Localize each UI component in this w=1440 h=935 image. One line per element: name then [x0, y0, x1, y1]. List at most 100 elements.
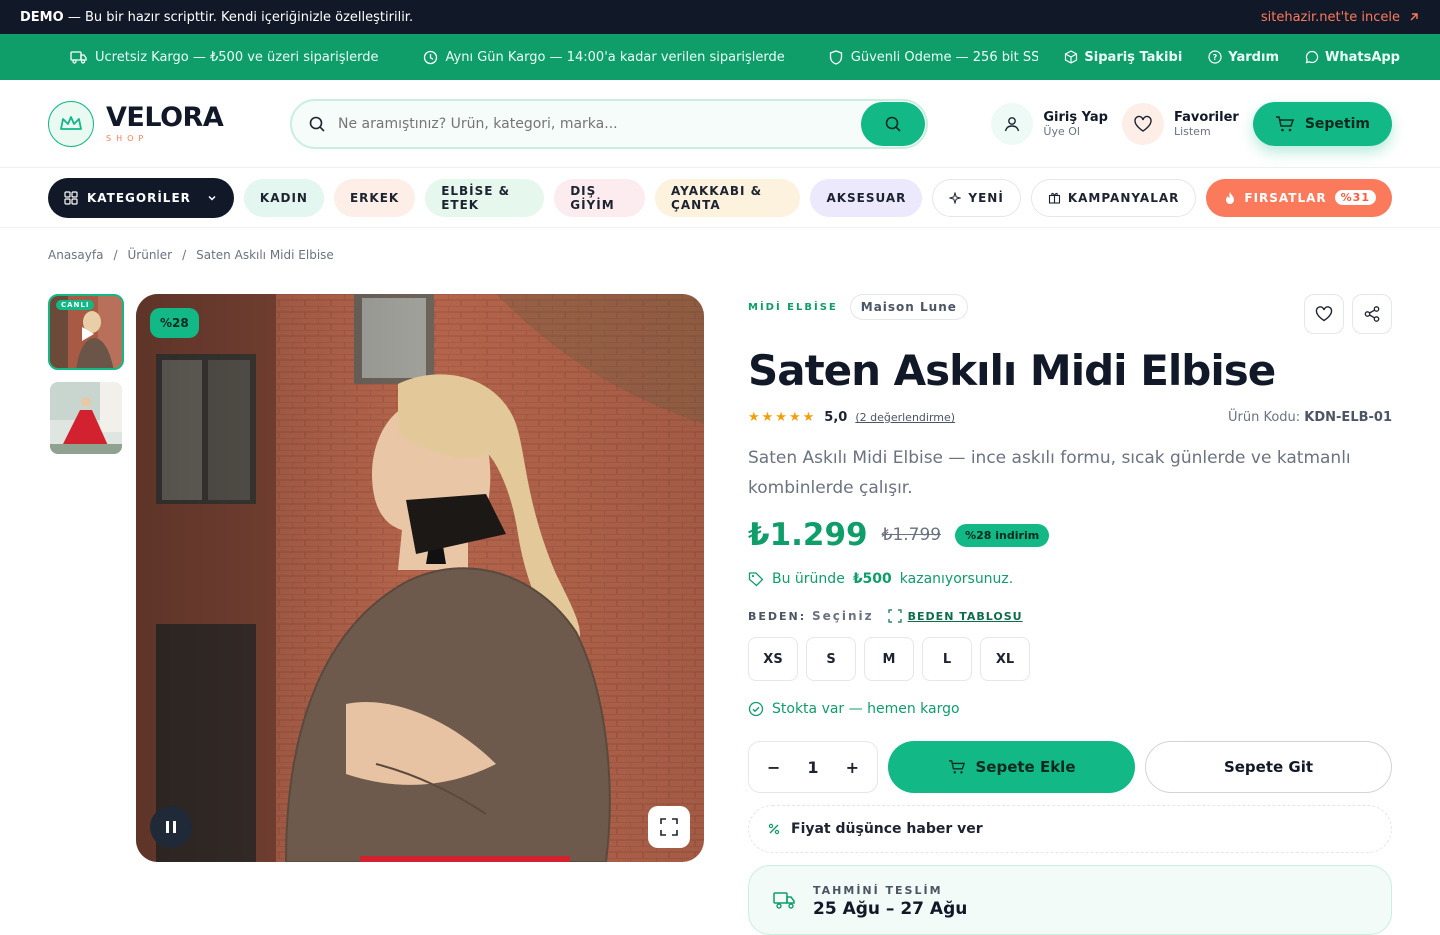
categories-menu-button[interactable]: KATEGORİLER — [48, 177, 234, 218]
demo-link[interactable]: sitehazir.net'te incele — [1261, 10, 1420, 25]
login-title: Giriş Yap — [1043, 109, 1108, 125]
brand-logo[interactable]: VELORA SHOP — [48, 100, 290, 147]
favorites-title: Favoriler — [1173, 109, 1239, 125]
ruler-icon — [888, 609, 902, 623]
search-icon — [885, 116, 901, 132]
nav-pill-kampanyalar[interactable]: KAMPANYALAR — [1030, 178, 1197, 217]
nav-pill-ayakkabi-canta[interactable]: AYAKKABI & ÇANTA — [655, 178, 801, 217]
order-tracking-link[interactable]: Sipariş Takibi — [1064, 50, 1182, 65]
nav-pill-elbise-etek[interactable]: ELBİSE & ETEK — [425, 178, 545, 217]
earn-post: kazanıyorsunuz. — [899, 571, 1014, 587]
stock-label: Stokta var — hemen kargo — [772, 701, 960, 717]
breadcrumb-current: Saten Askılı Midi Elbise — [196, 248, 334, 262]
size-guide-link[interactable]: BEDEN TABLOSU — [888, 609, 1023, 623]
favorites-button[interactable]: Favoriler Listem — [1121, 102, 1239, 145]
size-option-l[interactable]: L — [922, 637, 972, 681]
earn-pre: Bu üründe — [772, 571, 845, 587]
go-to-cart-button[interactable]: Sepete Git — [1145, 741, 1392, 793]
product-brand[interactable]: Maison Lune — [849, 294, 968, 320]
login-sub: Üye Ol — [1043, 124, 1080, 138]
nav-pill-label: AYAKKABI & ÇANTA — [671, 183, 763, 212]
promo-item-label: Ücretsiz Kargo — ₺500 ve üzeri siparişle… — [95, 49, 379, 65]
nav-pill-label: KAMPANYALAR — [1067, 190, 1180, 205]
help-link[interactable]: ? Yardım — [1208, 50, 1279, 65]
login-button[interactable]: Giriş Yap Üye Ol — [991, 102, 1108, 145]
flame-icon — [1226, 191, 1235, 204]
svg-text:?: ? — [1213, 53, 1218, 62]
category-nav: KATEGORİLER KADIN ERKEK ELBİSE & ETEK DI… — [0, 168, 1440, 228]
add-to-cart-label: Sepete Ekle — [975, 758, 1076, 776]
breadcrumb-products[interactable]: Ürünler — [128, 248, 173, 262]
size-label-text: BEDEN: — [748, 610, 807, 623]
nav-pill-yeni[interactable]: YENİ — [932, 178, 1021, 217]
favorite-button[interactable] — [1304, 294, 1344, 334]
price-alert-button[interactable]: Fiyat düşünce haber ver — [748, 805, 1392, 853]
share-button[interactable] — [1352, 294, 1392, 334]
quantity-decrease-button[interactable]: − — [767, 758, 780, 777]
demo-label: DEMO — [20, 9, 64, 25]
demo-notice: DEMO — Bu bir hazır scripttir. Kendi içe… — [20, 10, 413, 25]
nav-pill-dis-giyim[interactable]: DIŞ GİYİM — [554, 178, 646, 217]
whatsapp-label: WhatsApp — [1325, 49, 1400, 65]
breadcrumb-separator: / — [182, 248, 187, 262]
thumbnail-video[interactable]: CANLI — [48, 294, 124, 370]
nav-pill-aksesuar[interactable]: AKSESUAR — [810, 178, 923, 217]
gift-icon — [1048, 192, 1060, 204]
clock-icon — [423, 50, 437, 64]
old-price: ₺1.799 — [881, 525, 942, 545]
discount-badge: %28 — [150, 308, 199, 338]
pause-button[interactable] — [150, 806, 192, 848]
quantity-increase-button[interactable]: + — [846, 758, 859, 777]
play-icon — [82, 327, 94, 341]
promo-item-shipping: Ücretsiz Kargo — ₺500 ve üzeri siparişle… — [70, 50, 379, 65]
stock-status: Stokta var — hemen kargo — [748, 701, 1392, 717]
reviews-link[interactable]: (2 değerlendirme) — [855, 411, 955, 424]
product-tags: MİDİ ELBİSE Maison Lune — [748, 294, 1392, 320]
search-input[interactable] — [338, 115, 861, 132]
nav-pill-label: DIŞ GİYİM — [570, 183, 615, 212]
product-category[interactable]: MİDİ ELBİSE — [748, 302, 838, 313]
product-main-media[interactable]: %28 — [136, 294, 704, 862]
help-circle-icon: ? — [1208, 50, 1222, 64]
product-description: Saten Askılı Midi Elbise — ince askılı f… — [748, 448, 1351, 498]
rating-row: ★★★★★ 5,0 (2 değerlendirme) Ürün Kodu: K… — [748, 410, 1392, 425]
earn-amount: ₺500 — [852, 571, 892, 587]
nav-pill-label: YENİ — [968, 190, 1004, 205]
fullscreen-button[interactable] — [648, 806, 690, 848]
product-icon-actions — [1304, 294, 1392, 334]
rating-value: 5,0 — [824, 410, 848, 425]
size-option-xl[interactable]: XL — [980, 637, 1030, 681]
size-options: XS S M L XL — [748, 637, 1392, 681]
expand-icon — [660, 818, 678, 836]
product-code-value: KDN-ELB-01 — [1304, 410, 1392, 425]
thumbnail-image[interactable] — [48, 380, 124, 456]
nav-pill-label: KADIN — [259, 190, 308, 205]
size-option-xs[interactable]: XS — [748, 637, 798, 681]
categories-label: KATEGORİLER — [87, 190, 191, 205]
size-selected: Seçiniz — [812, 609, 874, 623]
nav-pill-erkek[interactable]: ERKEK — [333, 178, 416, 217]
chat-bubble-icon — [1305, 50, 1319, 64]
add-to-cart-button[interactable]: Sepete Ekle — [888, 741, 1135, 793]
deals-button[interactable]: FIRSATLAR %31 — [1206, 178, 1392, 217]
nav-pill-label: ELBİSE & ETEK — [441, 183, 511, 212]
search-button[interactable] — [861, 101, 925, 146]
breadcrumb-home[interactable]: Anasayfa — [48, 248, 103, 262]
quantity-stepper: − 1 + — [748, 741, 878, 793]
nav-pill-kadin[interactable]: KADIN — [243, 178, 324, 217]
promo-item-label: Aynı Gün Kargo — 14:00'a kadar verilen s… — [445, 49, 785, 65]
price-alert-label: Fiyat düşünce haber ver — [791, 821, 983, 837]
quantity-value[interactable]: 1 — [807, 758, 818, 777]
size-option-m[interactable]: M — [864, 637, 914, 681]
whatsapp-link[interactable]: WhatsApp — [1305, 50, 1400, 65]
thumbnail-red-dress-image — [50, 382, 122, 454]
site-header: VELORA SHOP Giriş Yap Üye Ol Favoriler — [0, 80, 1440, 168]
promo-links: Sipariş Takibi ? Yardım WhatsApp — [1064, 50, 1400, 65]
promo-item-secure: Güvenli Ödeme — 256 bit SSL ile — [829, 50, 1038, 65]
nav-pill-label: ERKEK — [349, 190, 400, 205]
brand-wordmark: VELORA SHOP — [106, 104, 224, 143]
cart-button[interactable]: Sepetim — [1252, 101, 1392, 146]
demo-link-label: sitehazir.net'te incele — [1260, 9, 1400, 25]
order-tracking-label: Sipariş Takibi — [1084, 49, 1183, 65]
size-option-s[interactable]: S — [806, 637, 856, 681]
